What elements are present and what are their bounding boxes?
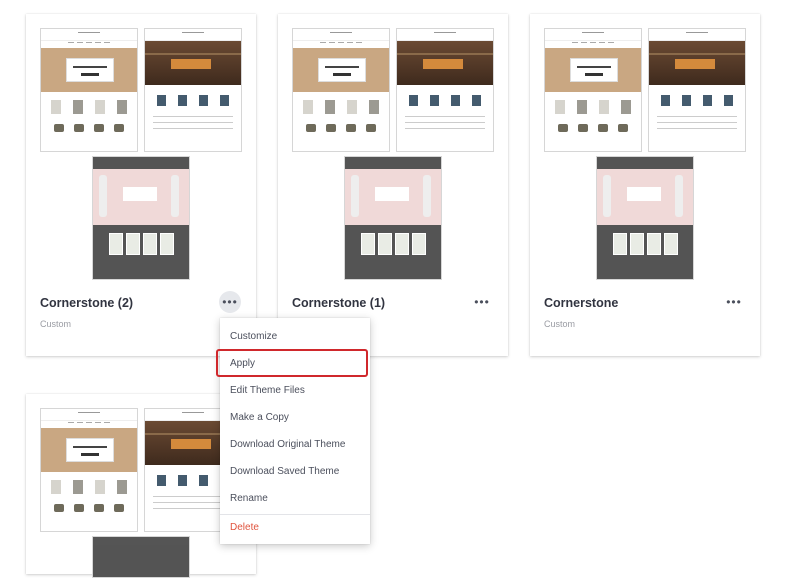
- menu-item-customize[interactable]: Customize: [220, 324, 370, 350]
- theme-subtitle: Custom: [40, 319, 72, 329]
- menu-item-rename[interactable]: Rename: [220, 486, 370, 512]
- menu-item-delete[interactable]: Delete: [220, 515, 370, 541]
- menu-item-edit-theme-files[interactable]: Edit Theme Files: [220, 378, 370, 404]
- theme-preview-desktop: [40, 408, 138, 532]
- theme-subtitle: Custom: [544, 319, 576, 329]
- theme-card[interactable]: Cornerstone (1) •••: [278, 14, 508, 356]
- theme-preview-desktop: [544, 28, 642, 152]
- theme-preview-desktop-alt: [144, 28, 242, 152]
- theme-title: Cornerstone (2): [40, 296, 134, 310]
- theme-preview-mobile: [92, 156, 190, 280]
- theme-preview-desktop: [292, 28, 390, 152]
- menu-item-make-a-copy[interactable]: Make a Copy: [220, 405, 370, 431]
- menu-item-download-original-theme[interactable]: Download Original Theme: [220, 432, 370, 458]
- more-options-button[interactable]: •••: [723, 291, 745, 313]
- theme-preview-desktop-alt: [396, 28, 494, 152]
- theme-card[interactable]: Cornerstone Custom •••: [530, 14, 760, 356]
- theme-preview-mobile: [344, 156, 442, 280]
- theme-preview-desktop: [40, 28, 138, 152]
- more-options-button[interactable]: •••: [471, 291, 493, 313]
- theme-preview-mobile: [92, 536, 190, 578]
- theme-card[interactable]: Cornerstone (2) Custom •••: [26, 14, 256, 356]
- apply-highlight-box: [216, 349, 368, 377]
- theme-preview-desktop-alt: [648, 28, 746, 152]
- theme-preview-mobile: [596, 156, 694, 280]
- theme-title: Cornerstone (1): [292, 296, 386, 310]
- theme-title: Cornerstone: [544, 296, 619, 310]
- more-options-button[interactable]: •••: [219, 291, 241, 313]
- menu-item-download-saved-theme[interactable]: Download Saved Theme: [220, 459, 370, 485]
